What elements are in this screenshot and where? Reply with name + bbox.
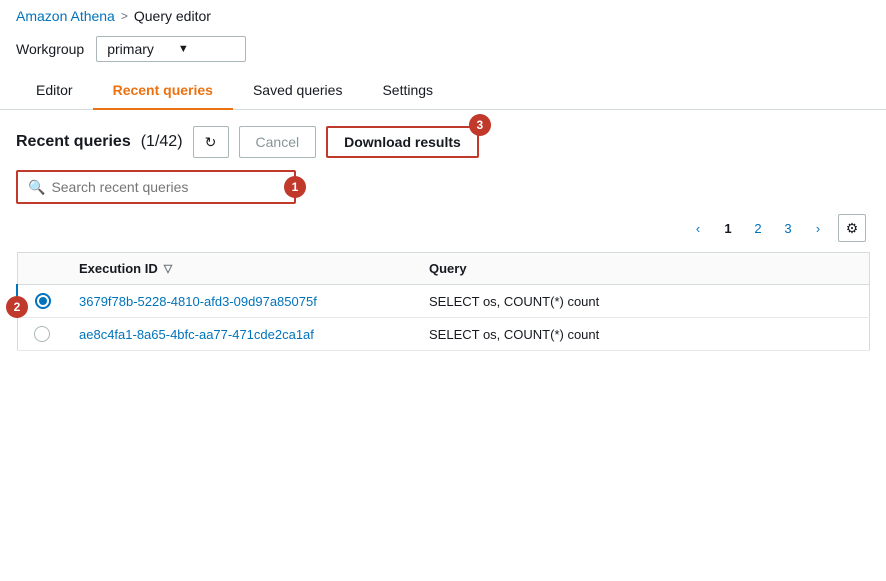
pagination-settings-button[interactable]: ⚙ [838,214,866,242]
workgroup-label: Workgroup [16,41,84,57]
breadcrumb: Amazon Athena > Query editor [0,0,886,30]
pagination-row: ‹ 1 2 3 › ⚙ [16,214,870,242]
th-select [17,253,67,285]
annotation-badge-1: 1 [284,176,306,198]
search-icon: 🔍 [28,179,45,196]
radio-button-2[interactable] [30,326,56,342]
table-cell-query-1: SELECT os, COUNT(*) count [417,285,870,318]
download-results-button[interactable]: Download results [326,126,479,158]
th-query: Query [417,253,870,285]
th-execution-id-label: Execution ID [79,261,158,276]
table-header-row: Execution ID ▽ Query [17,253,870,285]
section-title: Recent queries [16,133,131,151]
tab-editor[interactable]: Editor [16,72,93,110]
th-query-label: Query [429,261,467,276]
workgroup-select[interactable]: primary ▼ [96,36,246,62]
table-cell-select-2[interactable] [17,318,67,351]
annotation-badge-2: 2 [6,296,28,318]
annotation-badge-3: 3 [469,114,491,136]
breadcrumb-separator: > [121,9,128,23]
results-table: Execution ID ▽ Query [16,252,870,351]
table-cell-id-1: 3679f78b-5228-4810-afd3-09d97a85075f [67,285,417,318]
tab-recent-queries[interactable]: Recent queries [93,72,233,110]
execution-id-link-1[interactable]: 3679f78b-5228-4810-afd3-09d97a85075f [79,294,317,309]
page-wrapper: Amazon Athena > Query editor Workgroup p… [0,0,886,581]
sort-icon[interactable]: ▽ [164,262,172,275]
table-row: ae8c4fa1-8a65-4bfc-aa77-471cde2ca1af SEL… [17,318,870,351]
content-area: Recent queries (1/42) ↻ Cancel Download … [0,110,886,367]
table-outer: 2 Execution ID ▽ Query [16,252,870,351]
pagination-page-3-button[interactable]: 3 [774,214,802,242]
th-execution-id: Execution ID ▽ [67,253,417,285]
radio-dot-1 [39,297,47,305]
radio-circle-1[interactable] [35,293,51,309]
tab-saved-queries[interactable]: Saved queries [233,72,363,110]
pagination-page-1-button[interactable]: 1 [714,214,742,242]
table-cell-id-2: ae8c4fa1-8a65-4bfc-aa77-471cde2ca1af [67,318,417,351]
pagination-page-2-button[interactable]: 2 [744,214,772,242]
pagination-next-button[interactable]: › [804,214,832,242]
cancel-button[interactable]: Cancel [239,126,317,158]
workgroup-arrow-icon: ▼ [178,43,189,55]
refresh-button[interactable]: ↻ [193,126,229,158]
pagination-prev-button[interactable]: ‹ [684,214,712,242]
radio-circle-2[interactable] [34,326,50,342]
search-input[interactable] [51,179,284,195]
table-row: 3679f78b-5228-4810-afd3-09d97a85075f SEL… [17,285,870,318]
breadcrumb-current: Query editor [134,8,211,24]
breadcrumb-parent-link[interactable]: Amazon Athena [16,8,115,24]
tabs-bar: Editor Recent queries Saved queries Sett… [0,72,886,110]
tab-settings[interactable]: Settings [362,72,453,110]
table-cell-query-2: SELECT os, COUNT(*) count [417,318,870,351]
search-input-wrapper: 🔍 1 [16,170,296,204]
search-row: 🔍 1 [16,170,870,204]
query-text-1: SELECT os, COUNT(*) count [429,294,599,309]
workgroup-row: Workgroup primary ▼ [0,30,886,72]
radio-button-1[interactable] [30,293,55,309]
query-text-2: SELECT os, COUNT(*) count [429,327,599,342]
execution-id-link-2[interactable]: ae8c4fa1-8a65-4bfc-aa77-471cde2ca1af [79,327,314,342]
section-count: (1/42) [141,133,183,151]
section-header: Recent queries (1/42) ↻ Cancel Download … [16,126,870,158]
workgroup-value: primary [107,41,154,57]
